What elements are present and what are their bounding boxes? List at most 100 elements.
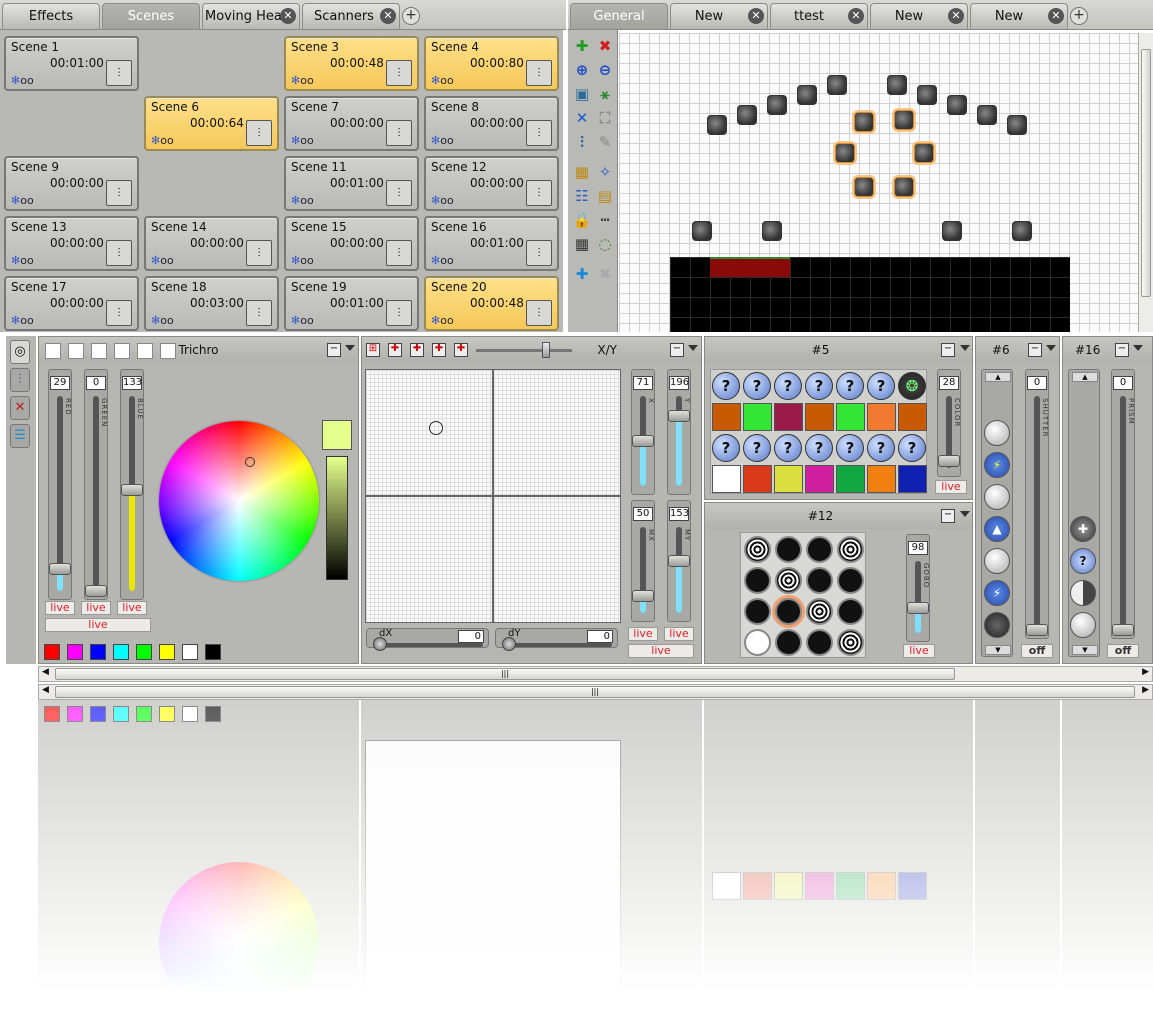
scene-fader-icon[interactable]: ⫶ [386,60,412,86]
fader-knob[interactable] [121,484,143,496]
fader-knob[interactable] [907,602,929,614]
gobo-button[interactable] [837,567,864,594]
color-preset-swatch[interactable] [159,644,175,660]
intensity-bar[interactable] [326,456,348,580]
fader-knob[interactable] [668,555,690,567]
settings-icon[interactable]: ✻ [291,194,300,207]
settings-icon[interactable]: ✻ [291,134,300,147]
dx-slider[interactable]: dX 0 [366,628,489,651]
sliders-icon[interactable]: ⫶ [10,368,30,392]
tab-general[interactable]: General [570,3,668,29]
live-button[interactable]: live [45,601,75,615]
scene-button[interactable]: Scene 3 00:00:48 ✻oo ⫶ [284,36,419,91]
moving-head-fixture-icon[interactable] [977,105,997,125]
preset-slot[interactable] [91,343,107,359]
scene-fader-icon[interactable]: ⫶ [106,180,132,206]
scroll-right-icon[interactable]: ▶ [1142,685,1149,695]
scene-button[interactable]: Scene 13 00:00:00 ✻oo ⫶ [4,216,139,271]
grid-select-icon[interactable]: ▦ [572,162,592,182]
moving-head-fixture-icon[interactable] [767,95,787,115]
slider-knob[interactable] [502,637,516,651]
mode-icon[interactable]: ✚ [432,343,446,357]
gobo-button[interactable] [775,536,802,563]
moving-head-fixture-icon[interactable] [894,177,914,197]
strobe-icon[interactable]: ⚡ [984,452,1010,478]
picture-icon[interactable]: ▣ [572,84,592,104]
scene-fader-icon[interactable]: ⫶ [106,60,132,86]
minimize-icon[interactable]: − [670,343,684,357]
gobo-button[interactable] [744,536,771,563]
tab-new-3[interactable]: New ✕ [970,3,1068,29]
color-swatch[interactable] [836,403,865,431]
close-icon[interactable]: ✕ [948,8,964,24]
fader-value[interactable]: 28 [939,376,959,390]
close-icon[interactable]: ✕ [280,8,296,24]
scene-fader-icon[interactable]: ⫶ [386,180,412,206]
gobo-button[interactable] [744,629,771,656]
settings-icon[interactable]: ✻ [11,194,20,207]
gobo-button[interactable] [806,598,833,625]
moving-head-fixture-icon[interactable] [827,75,847,95]
unknown-color-button[interactable]: ? [774,372,802,400]
moving-head-fixture-icon[interactable] [737,105,757,125]
close-icon[interactable]: ✕ [1048,8,1064,24]
preset-slot[interactable] [137,343,153,359]
scene-fader-icon[interactable]: ⫶ [386,240,412,266]
scene-fader-icon[interactable]: ⫶ [386,120,412,146]
moving-head-fixture-icon[interactable] [707,115,727,135]
color-preset-swatch[interactable] [44,644,60,660]
prism-open-button[interactable] [1070,612,1096,638]
tools-icon[interactable]: ✕ [572,108,592,128]
grid-icon[interactable]: ▦ [572,234,592,254]
minimize-icon[interactable]: − [1115,343,1129,357]
color-swatch[interactable] [898,465,927,493]
scene-button[interactable]: Scene 9 00:00:00 ✻oo ⫶ [4,156,139,211]
y-fader[interactable]: 196 Y [667,369,691,495]
scene-fader-icon[interactable]: ⫶ [246,120,272,146]
speed-slider-knob[interactable] [542,342,550,358]
gobo-button[interactable] [837,598,864,625]
dots-icon[interactable]: ┅ [595,210,615,230]
color-swatch[interactable] [805,465,834,493]
tab-ttest[interactable]: ttest ✕ [770,3,868,29]
color-preset-swatch[interactable] [90,644,106,660]
random-strobe-icon[interactable]: ⚡ [984,580,1010,606]
settings-icon[interactable]: ✻ [291,254,300,267]
scroll-down-icon[interactable]: ▼ [985,645,1011,655]
moving-head-fixture-icon[interactable] [1012,221,1032,241]
panel-scrollbar[interactable]: ◀ ||| ▶ [38,666,1153,682]
moving-head-fixture-icon[interactable] [917,85,937,105]
fader-value[interactable]: 0 [86,376,106,390]
scene-button[interactable]: Scene 16 00:01:00 ✻oo ⫶ [424,216,559,271]
circle-icon[interactable]: ◌ [595,234,615,254]
scene-fader-icon[interactable]: ⫶ [106,300,132,326]
scene-button[interactable]: Scene 6 00:00:64 ✻oo ⫶ [144,96,279,151]
my-fader[interactable]: 153 MY [667,500,691,622]
add-tab-icon[interactable]: + [402,7,420,25]
dropdown-arrow-icon[interactable] [688,345,698,351]
settings-icon[interactable]: ✻ [11,314,20,327]
close-icon[interactable]: ✕ [380,8,396,24]
color-swatch[interactable] [805,403,834,431]
scroll-up-icon[interactable]: ▲ [985,372,1011,382]
gobo-button[interactable] [744,598,771,625]
scene-button[interactable]: Scene 17 00:00:00 ✻oo ⫶ [4,276,139,331]
gobo-button[interactable] [775,629,802,656]
scene-button[interactable]: Scene 1 00:01:00 ✻oo ⫶ [4,36,139,91]
magic-icon[interactable]: ✧ [595,162,615,182]
off-button-prism[interactable]: off [1107,644,1139,658]
color-preset-swatch[interactable] [205,644,221,660]
dropdown-arrow-icon[interactable] [345,345,355,351]
gobo-button[interactable] [744,567,771,594]
brush-icon[interactable]: ✎ [595,132,615,152]
color-preset-swatch[interactable] [67,644,83,660]
color-fader[interactable]: 28 COLOR [937,369,961,477]
moving-head-fixture-icon[interactable] [887,75,907,95]
color-swatch[interactable] [867,403,896,431]
scene-fader-icon[interactable]: ⫶ [526,240,552,266]
scroll-left-icon[interactable]: ◀ [42,685,49,695]
color-picker-cursor[interactable] [245,457,255,467]
unknown-color-button[interactable]: ? [867,434,895,462]
scene-fader-icon[interactable]: ⫶ [526,120,552,146]
unknown-color-button[interactable]: ? [805,434,833,462]
